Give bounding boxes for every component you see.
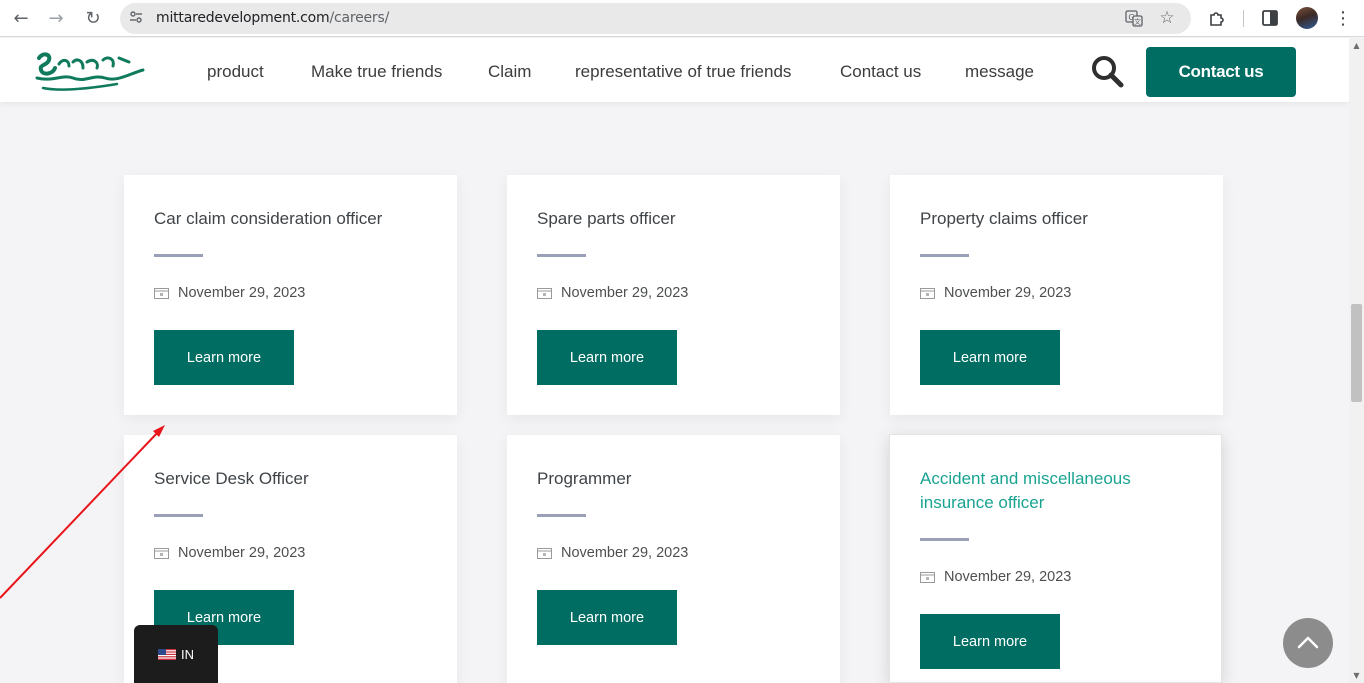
calendar-icon (920, 288, 935, 299)
site-header: product Make true friends Claim represen… (0, 38, 1349, 102)
learn-more-button[interactable]: Learn more (920, 614, 1060, 669)
chevron-up-icon (1297, 636, 1319, 649)
learn-more-button[interactable]: Learn more (920, 330, 1060, 385)
language-switcher[interactable]: IN (134, 625, 218, 683)
scroll-down-arrow[interactable]: ▼ (1349, 668, 1364, 682)
title-divider (154, 254, 203, 257)
nav-message[interactable]: message (965, 62, 1034, 82)
title-divider (537, 514, 586, 517)
job-card-hovered: Accident and miscellaneous insurance off… (889, 434, 1222, 683)
job-title[interactable]: Accident and miscellaneous insurance off… (920, 467, 1190, 515)
title-divider (920, 538, 969, 541)
calendar-icon (537, 548, 552, 559)
url-text[interactable]: mittaredevelopment.com/careers/ (156, 10, 389, 26)
scrollbar-thumb[interactable] (1351, 304, 1362, 402)
learn-more-button[interactable]: Learn more (154, 330, 294, 385)
job-date: November 29, 2023 (944, 285, 1072, 301)
nav-claim[interactable]: Claim (488, 62, 531, 82)
translate-icon[interactable]: G 文 (1124, 8, 1144, 28)
header-contact-button[interactable]: Contact us (1146, 47, 1296, 97)
more-menu-icon[interactable]: ⋮ (1332, 7, 1354, 29)
site-settings-icon[interactable] (129, 10, 143, 24)
url-path: /careers/ (329, 10, 390, 26)
nav-representative[interactable]: representative of true friends (575, 62, 791, 82)
job-title[interactable]: Property claims officer (920, 207, 1190, 231)
job-date: November 29, 2023 (178, 285, 306, 301)
reload-icon[interactable]: ↻ (81, 7, 105, 29)
learn-more-button[interactable]: Learn more (537, 590, 677, 645)
forward-icon[interactable]: → (44, 7, 68, 29)
extensions-icon[interactable] (1206, 7, 1228, 29)
side-panel-icon[interactable] (1259, 7, 1281, 29)
scroll-up-arrow[interactable]: ▲ (1349, 38, 1364, 52)
title-divider (537, 254, 586, 257)
address-bar[interactable]: mittaredevelopment.com/careers/ G 文 ☆ (120, 3, 1191, 34)
job-date: November 29, 2023 (178, 545, 306, 561)
learn-more-button[interactable]: Learn more (537, 330, 677, 385)
job-date: November 29, 2023 (561, 545, 689, 561)
logo[interactable] (33, 48, 145, 96)
job-date: November 29, 2023 (944, 569, 1072, 585)
calendar-icon (154, 288, 169, 299)
language-code: IN (181, 647, 194, 662)
nav-make-true-friends[interactable]: Make true friends (311, 62, 442, 82)
svg-text:文: 文 (1134, 17, 1141, 26)
job-title[interactable]: Spare parts officer (537, 207, 807, 231)
toolbar-separator (1243, 10, 1244, 27)
job-card: Car claim consideration officer November… (124, 175, 457, 415)
calendar-icon (920, 572, 935, 583)
calendar-icon (537, 288, 552, 299)
us-flag-icon (158, 649, 176, 660)
back-icon[interactable]: ← (9, 7, 33, 29)
nav-contact-us[interactable]: Contact us (840, 62, 921, 82)
job-card: Spare parts officer November 29, 2023 Le… (507, 175, 840, 415)
nav-product[interactable]: product (207, 62, 264, 82)
job-date: November 29, 2023 (561, 285, 689, 301)
job-card: Property claims officer November 29, 202… (890, 175, 1223, 415)
back-to-top-button[interactable] (1283, 618, 1333, 668)
annotation-arrow (0, 425, 165, 599)
title-divider (920, 254, 969, 257)
profile-avatar[interactable] (1296, 7, 1318, 29)
job-title[interactable]: Service Desk Officer (154, 467, 424, 491)
url-domain: mittaredevelopment.com (156, 10, 330, 26)
browser-toolbar: ← → ↻ mittaredevelopment.com/careers/ G … (0, 0, 1364, 37)
search-icon[interactable] (1090, 54, 1124, 88)
job-title[interactable]: Car claim consideration officer (154, 207, 424, 231)
job-card: Programmer November 29, 2023 Learn more (507, 435, 840, 683)
bookmark-star-icon[interactable]: ☆ (1157, 8, 1177, 28)
job-title[interactable]: Programmer (537, 467, 807, 491)
